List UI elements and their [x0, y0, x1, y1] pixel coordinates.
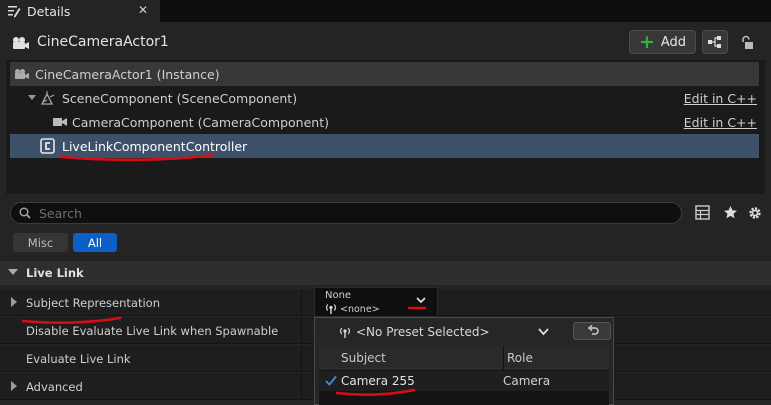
column-divider[interactable]: [301, 317, 302, 344]
combo-value-top: None: [325, 290, 352, 301]
tree-item-scene-component[interactable]: SceneComponent (SceneComponent) Edit in …: [10, 86, 759, 110]
property-label: Subject Representation: [26, 296, 160, 310]
chevron-right-icon[interactable]: [11, 297, 17, 307]
property-label: Advanced: [26, 380, 83, 394]
search-icon: [19, 207, 31, 219]
section-title: Live Link: [26, 266, 84, 280]
preset-selector[interactable]: <No Preset Selected>: [318, 321, 610, 344]
add-button-label: Add: [660, 34, 687, 50]
column-header-subject[interactable]: Subject: [341, 351, 386, 365]
camera-actor-icon: [13, 37, 29, 49]
tree-item-label: CameraComponent (CameraComponent): [72, 115, 329, 130]
table-view-icon[interactable]: [695, 205, 710, 220]
blueprint-icon: [708, 36, 721, 48]
chevron-down-icon: [416, 297, 426, 304]
edit-in-cpp-link[interactable]: Edit in C++: [684, 91, 757, 106]
favorite-star-icon[interactable]: [723, 205, 738, 220]
checkmark-icon: [325, 375, 337, 386]
chevron-down-icon[interactable]: [28, 95, 36, 100]
broadcast-icon: [325, 304, 337, 314]
column-divider[interactable]: [301, 373, 302, 400]
tab-details[interactable]: Details ✕: [0, 0, 160, 22]
role-cell: Camera: [503, 374, 551, 388]
lock-icon[interactable]: [740, 35, 754, 50]
search-input[interactable]: [39, 204, 669, 222]
tree-item-actor-instance[interactable]: CineCameraActor1 (Instance): [10, 62, 759, 86]
column-divider[interactable]: [503, 346, 504, 370]
tab-label: Details: [27, 3, 71, 19]
column-divider[interactable]: [301, 289, 302, 316]
property-label: Disable Evaluate Live Link when Spawnabl…: [26, 324, 279, 338]
chevron-down-icon: [8, 269, 18, 275]
search-box[interactable]: [10, 202, 682, 224]
subject-combo-box[interactable]: None <none>: [314, 287, 438, 317]
details-pencil-icon: [8, 6, 21, 18]
close-icon[interactable]: ✕: [138, 3, 148, 17]
subject-table-header: Subject Role: [319, 346, 609, 370]
chevron-right-icon[interactable]: [11, 381, 17, 391]
edit-in-cpp-link[interactable]: Edit in C++: [684, 115, 757, 130]
tree-item-label: SceneComponent (SceneComponent): [62, 91, 298, 106]
filter-misc-button[interactable]: Misc: [13, 233, 68, 252]
column-divider[interactable]: [301, 345, 302, 372]
broadcast-icon: [339, 327, 351, 338]
property-label: Evaluate Live Link: [26, 352, 131, 366]
blueprint-button[interactable]: [702, 30, 728, 54]
add-component-button[interactable]: + Add: [629, 30, 696, 54]
scene-component-icon: [40, 91, 55, 105]
camera-icon: [53, 118, 67, 126]
subject-cell: Camera 255: [341, 374, 415, 388]
subject-picker-popup: <No Preset Selected> Subject Role Camera…: [314, 317, 614, 405]
table-row[interactable]: Camera 255 Camera: [319, 371, 609, 391]
settings-gear-icon[interactable]: [747, 205, 763, 221]
tree-item-livelink-controller[interactable]: LiveLinkComponentController: [10, 134, 759, 158]
subject-table: Subject Role Camera 255 Camera: [319, 346, 609, 405]
preset-label: <No Preset Selected>: [356, 325, 490, 339]
tree-item-label: LiveLinkComponentController: [62, 139, 248, 154]
tab-bar: Details ✕: [0, 0, 771, 22]
tree-item-camera-component[interactable]: CameraComponent (CameraComponent) Edit i…: [10, 110, 759, 134]
column-header-role[interactable]: Role: [507, 351, 533, 365]
filter-all-button[interactable]: All: [73, 233, 117, 252]
components-tree: CineCameraActor1 (Instance) SceneCompone…: [6, 60, 765, 194]
undo-preset-button[interactable]: [573, 322, 611, 340]
actor-name: CineCameraActor1: [37, 34, 169, 50]
undo-icon: [587, 325, 599, 335]
tree-item-label: CineCameraActor1 (Instance): [35, 67, 220, 82]
cpp-component-icon: [40, 138, 55, 154]
section-live-link[interactable]: Live Link: [0, 261, 771, 285]
actor-icon: [15, 69, 29, 79]
combo-value-bottom: <none>: [340, 304, 380, 315]
plus-icon: +: [638, 31, 655, 53]
chevron-down-icon: [538, 328, 549, 336]
